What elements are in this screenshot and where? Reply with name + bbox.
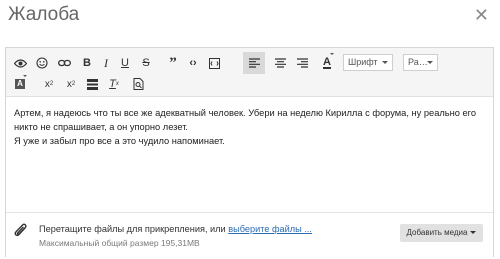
preview-eye-icon[interactable]	[11, 54, 29, 72]
html-code-icon[interactable]	[205, 54, 223, 72]
font-size-select-value: Ра…	[408, 57, 428, 67]
text-color-icon[interactable]: A	[318, 54, 336, 72]
paperclip-icon	[14, 223, 28, 244]
max-size-text: Максимальный общий размер 195,31MB	[39, 238, 200, 248]
bold-icon[interactable]: B	[78, 54, 96, 72]
superscript-icon[interactable]: x2	[62, 75, 80, 93]
editor-toolbar: B I U S ” ‹› A Шрифт Ра… A x 2 x 2 T x	[6, 48, 493, 97]
strikethrough-icon[interactable]: S	[137, 54, 155, 72]
rich-text-editor: B I U S ” ‹› A Шрифт Ра… A x 2 x 2 T x А…	[5, 47, 494, 259]
quote-icon[interactable]: ”	[164, 54, 182, 72]
background-color-icon[interactable]: A	[11, 75, 29, 93]
add-media-button[interactable]: Добавить медиа	[400, 224, 483, 242]
subscript-icon[interactable]: x2	[40, 75, 58, 93]
underline-icon[interactable]: U	[116, 54, 134, 72]
font-family-select[interactable]: Шрифт	[343, 54, 393, 71]
smiley-icon[interactable]	[33, 54, 51, 72]
max-size-label: Максимальный общий размер	[39, 238, 161, 248]
dialog-title: Жалоба	[8, 4, 80, 25]
link-icon[interactable]	[55, 54, 73, 72]
message-line-1: Артем, я надеюсь что ты все же адекватны…	[14, 108, 477, 132]
align-left-icon[interactable]	[243, 52, 265, 74]
max-size-value: 195,31MB	[160, 238, 200, 248]
find-replace-icon[interactable]	[129, 75, 147, 93]
editor-content[interactable]: Артем, я надеюсь что ты все же адекватны…	[14, 106, 484, 148]
clear-formatting-icon[interactable]: Tx	[105, 75, 123, 93]
close-icon[interactable]: ✕	[474, 6, 489, 24]
chevron-down-icon	[427, 61, 433, 64]
drop-files-text: Перетащите файлы для прикрепления, или в…	[39, 224, 312, 234]
align-right-icon[interactable]	[293, 54, 311, 72]
horizontal-rule-icon[interactable]	[83, 75, 101, 93]
background-color-caret-icon[interactable]	[23, 75, 27, 77]
font-family-select-value: Шрифт	[348, 57, 378, 67]
font-size-select[interactable]: Ра…	[403, 54, 438, 71]
align-center-icon[interactable]	[271, 54, 289, 72]
italic-icon[interactable]: I	[97, 54, 115, 72]
message-line-2: Я уже и забыл про все а это чудило напом…	[14, 136, 225, 146]
chevron-down-icon	[382, 61, 388, 64]
chevron-down-icon	[470, 231, 477, 235]
add-media-label: Добавить медиа	[406, 228, 468, 237]
attachment-area: Перетащите файлы для прикрепления, или в…	[6, 212, 493, 259]
select-files-link[interactable]: выберите файлы ...	[228, 224, 312, 234]
code-icon[interactable]: ‹›	[184, 54, 202, 72]
drop-files-label: Перетащите файлы для прикрепления, или	[39, 224, 229, 234]
text-color-caret-icon[interactable]	[330, 53, 334, 55]
